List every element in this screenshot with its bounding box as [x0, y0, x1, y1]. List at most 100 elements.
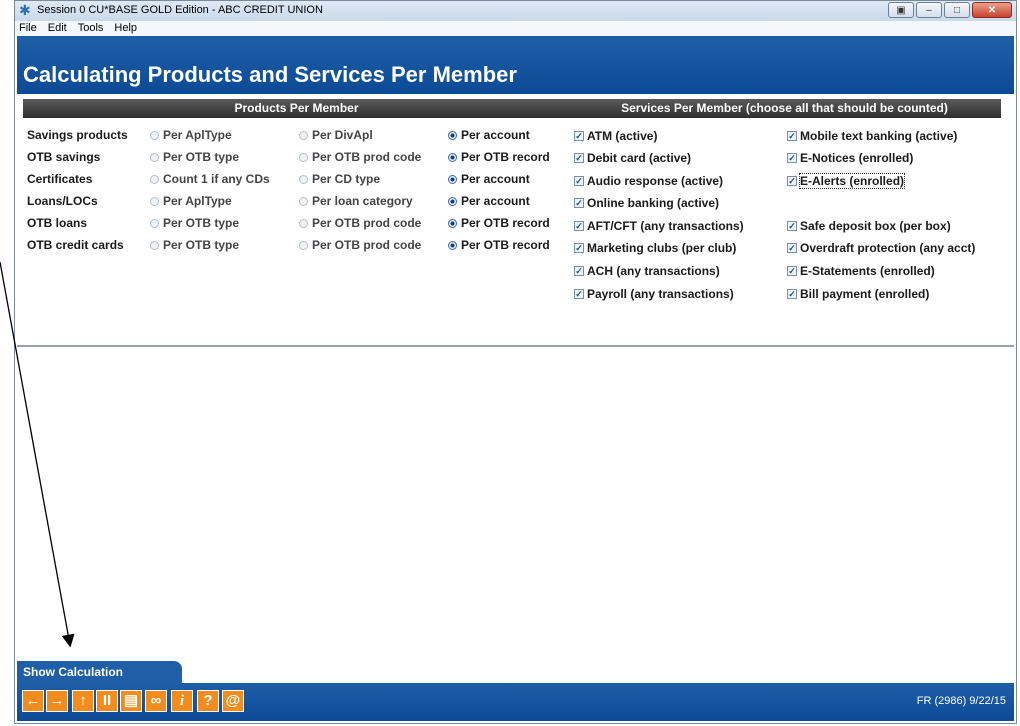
service-checkbox[interactable]: ✓ Safe deposit box (per box) [787, 219, 951, 233]
service-checkbox[interactable]: ✓ Payroll (any transactions) [574, 287, 734, 301]
menu-bar: File Edit Tools Help [15, 21, 1016, 36]
service-checkbox[interactable]: ✓ ATM (active) [574, 129, 657, 143]
product-option-label: Per account [461, 194, 530, 208]
product-option-radio[interactable]: Per OTB prod code [299, 238, 421, 252]
pause-icon[interactable]: II [96, 690, 118, 712]
menu-file[interactable]: File [19, 21, 37, 36]
product-option-radio[interactable]: Per AplType [150, 128, 232, 142]
up-arrow-icon[interactable]: ↑ [72, 690, 94, 712]
service-checkbox[interactable]: ✓ Bill payment (enrolled) [787, 287, 929, 301]
service-checkbox[interactable]: ✓ E-Notices (enrolled) [787, 151, 913, 165]
product-option-radio[interactable]: Per CD type [299, 172, 380, 186]
radio-button-icon [448, 152, 457, 162]
product-row-label: Loans/LOCs [27, 194, 98, 208]
menu-edit[interactable]: Edit [48, 21, 67, 36]
service-checkbox[interactable]: ✓ E-Alerts (enrolled) [787, 173, 906, 189]
maximize-icon[interactable]: □ [944, 2, 970, 18]
close-icon[interactable]: ✕ [972, 2, 1012, 18]
show-calculation-tab[interactable]: Show Calculation [17, 661, 182, 683]
product-option-label: Per AplType [163, 194, 232, 208]
menu-help[interactable]: Help [114, 21, 137, 36]
service-checkbox[interactable]: ✓ Debit card (active) [574, 151, 691, 165]
radio-button-icon [448, 196, 457, 206]
service-checkbox-label: AFT/CFT (any transactions) [587, 219, 744, 233]
service-checkbox-label: Marketing clubs (per club) [587, 241, 737, 255]
product-option-label: Per loan category [312, 194, 413, 208]
product-option-label: Per account [461, 172, 530, 186]
product-option-radio[interactable]: Per account [448, 194, 530, 208]
service-checkbox-label: Overdraft protection (any acct) [800, 241, 976, 255]
checkbox-icon: ✓ [574, 266, 584, 276]
product-option-label: Per OTB prod code [312, 150, 422, 164]
radio-button-icon [150, 240, 159, 250]
product-option-radio[interactable]: Per OTB type [150, 238, 239, 252]
radio-button-icon [299, 218, 308, 228]
checkbox-icon: ✓ [574, 153, 584, 163]
product-option-radio[interactable]: Per OTB record [448, 216, 550, 230]
help-icon[interactable]: ? [197, 690, 219, 712]
checkbox-icon: ✓ [787, 131, 797, 141]
product-row: OTB loans Per OTB type Per OTB prod code Pe… [15, 216, 575, 234]
forward-arrow-icon[interactable]: → [46, 690, 68, 712]
service-checkbox-label: E-Alerts (enrolled) [798, 173, 906, 189]
checkbox-icon: ✓ [574, 243, 584, 253]
minimize-icon[interactable]: – [916, 2, 942, 18]
product-option-label: Per OTB type [163, 238, 240, 252]
product-option-label: Per OTB prod code [312, 216, 422, 230]
service-checkbox[interactable]: ✓ Overdraft protection (any acct) [787, 241, 975, 255]
product-option-radio[interactable]: Per OTB record [448, 150, 550, 164]
service-checkbox-label: ATM (active) [587, 129, 658, 143]
product-row-label: Savings products [27, 128, 128, 142]
restore-icon[interactable]: ▣ [888, 2, 914, 18]
footer-toolbar: ← → ↑ II ▤ ∞ i? @ FR (2986) 9/22/15 [17, 683, 1014, 721]
app-window: ✱ Session 0 CU*BASE GOLD Edition - ABC C… [14, 0, 1017, 724]
window-controls: ▣ – □ ✕ [888, 2, 1012, 19]
product-option-radio[interactable]: Per OTB prod code [299, 216, 421, 230]
product-option-radio[interactable]: Per OTB type [150, 216, 239, 230]
product-option-label: Per OTB type [163, 216, 240, 230]
product-option-radio[interactable]: Per AplType [150, 194, 232, 208]
print-icon[interactable]: ▤ [120, 690, 142, 712]
service-checkbox[interactable]: ✓ E-Statements (enrolled) [787, 264, 935, 278]
product-row: OTB savings Per OTB type Per OTB prod code… [15, 150, 575, 168]
product-row-label: OTB credit cards [27, 238, 124, 252]
product-row: OTB credit cards Per OTB type Per OTB prod… [15, 238, 575, 256]
menu-tools[interactable]: Tools [78, 21, 104, 36]
link-icon[interactable]: ∞ [145, 690, 167, 712]
product-option-radio[interactable]: Per account [448, 172, 530, 186]
radio-button-icon [448, 174, 457, 184]
service-checkbox[interactable]: ✓ Online banking (active) [574, 196, 719, 210]
service-checkbox[interactable]: ✓ Audio response (active) [574, 174, 723, 188]
email-icon[interactable]: @ [222, 690, 244, 712]
product-option-radio[interactable]: Per OTB prod code [299, 150, 421, 164]
checkbox-icon: ✓ [574, 198, 584, 208]
service-checkbox[interactable]: ✓ Marketing clubs (per club) [574, 241, 736, 255]
product-option-radio[interactable]: Per loan category [299, 194, 413, 208]
radio-button-icon [299, 152, 308, 162]
product-option-radio[interactable]: Count 1 if any CDs [150, 172, 270, 186]
service-checkbox-label: Safe deposit box (per box) [800, 219, 951, 233]
product-option-radio[interactable]: Per DivApl [299, 128, 373, 142]
checkbox-icon: ✓ [787, 266, 797, 276]
product-option-label: Per OTB record [461, 216, 550, 230]
page-title: Calculating Products and Services Per Me… [23, 62, 517, 87]
service-checkbox-label: Mobile text banking (active) [800, 129, 958, 143]
service-checkbox[interactable]: ✓ AFT/CFT (any transactions) [574, 219, 744, 233]
product-option-label: Per AplType [163, 128, 232, 142]
service-checkbox[interactable]: ✓ Mobile text banking (active) [787, 129, 957, 143]
product-option-label: Per OTB record [461, 238, 550, 252]
radio-button-icon [150, 174, 159, 184]
product-option-label: Count 1 if any CDs [163, 172, 270, 186]
service-checkbox-label: Payroll (any transactions) [587, 287, 734, 301]
back-arrow-icon[interactable]: ← [22, 690, 44, 712]
product-option-label: Per account [461, 128, 530, 142]
service-checkbox[interactable]: ✓ ACH (any transactions) [574, 264, 720, 278]
product-row-label: Certificates [27, 172, 93, 186]
product-option-radio[interactable]: Per OTB record [448, 238, 550, 252]
info-icon[interactable]: i [171, 690, 193, 712]
radio-button-icon [299, 240, 308, 250]
radio-button-icon [150, 218, 159, 228]
product-option-radio[interactable]: Per OTB type [150, 150, 239, 164]
product-row: Savings products Per AplType Per DivApl Per… [15, 128, 575, 146]
product-option-radio[interactable]: Per account [448, 128, 530, 142]
